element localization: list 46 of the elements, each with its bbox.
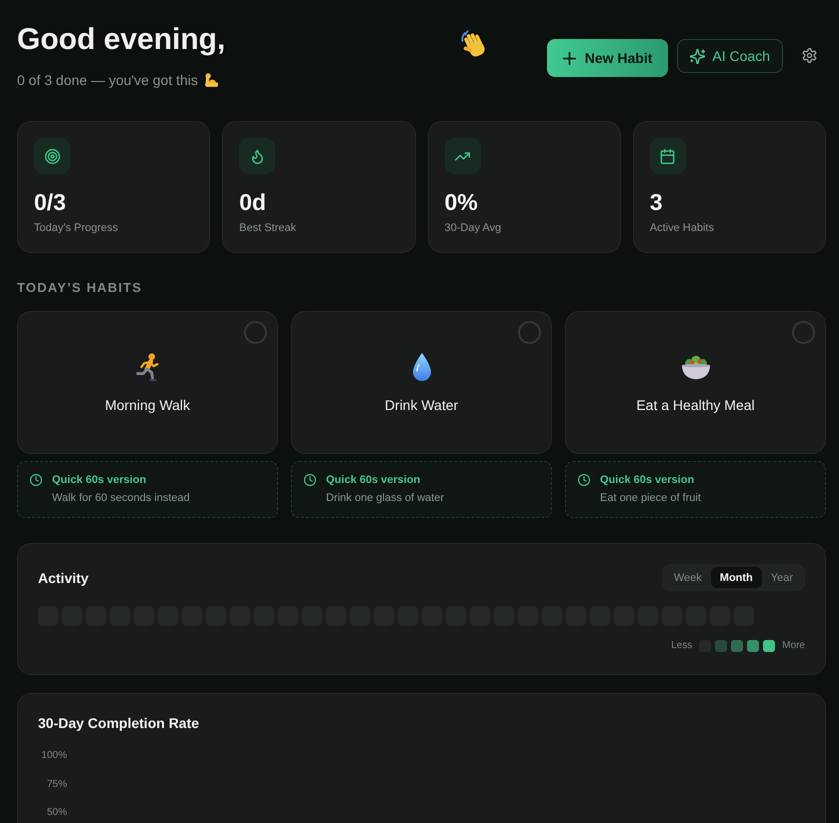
- target-icon: [34, 138, 70, 174]
- flexed-arm-icon: [202, 73, 218, 87]
- stat-value: 0d: [239, 188, 268, 216]
- quick-version-text: Walk for 60 seconds instead: [52, 491, 190, 505]
- ai-coach-button[interactable]: AI Coach: [677, 39, 783, 73]
- quick-version-text: Eat one piece of fruit: [600, 491, 701, 505]
- habit-name: Eat a Healthy Meal: [636, 396, 755, 414]
- flame-icon: [239, 138, 276, 174]
- y-axis-label: 50%: [46, 807, 67, 819]
- period-tab[interactable]: Month: [710, 567, 762, 588]
- quick-version-title: Quick 60s version: [326, 473, 422, 487]
- habit-checkbox[interactable]: [518, 321, 541, 344]
- clock-icon: [304, 474, 316, 486]
- habit-name: Drink Water: [384, 396, 458, 414]
- stat-label: 30-Day Avg: [444, 221, 502, 235]
- greeting-title: Good evening,: [17, 22, 226, 58]
- clock-icon: [30, 474, 42, 486]
- progress-subtitle: 0 of 3 done — you've got this: [17, 71, 198, 89]
- quick-version-text: Drink one glass of water: [326, 491, 444, 505]
- section-heading: TODAY’S HABITS: [17, 280, 142, 296]
- calendar-icon: [650, 138, 686, 174]
- quick-version-title: Quick 60s version: [52, 473, 148, 487]
- sparkle-icon: [690, 48, 706, 64]
- new-habit-button[interactable]: New Habit: [546, 39, 668, 77]
- period-tab[interactable]: Year: [762, 567, 802, 588]
- stat-label: Today's Progress: [34, 221, 120, 235]
- clock-icon: [578, 474, 590, 486]
- stat-value: 0/3: [34, 188, 67, 216]
- settings-icon[interactable]: [802, 48, 817, 63]
- quick-version-title: Quick 60s version: [600, 473, 696, 487]
- y-axis-label: 100%: [41, 750, 67, 762]
- legend-label: Less: [671, 640, 692, 652]
- stat-label: Best Streak: [239, 221, 298, 235]
- y-axis-label: 75%: [46, 778, 67, 790]
- stat-value: 3: [650, 188, 664, 216]
- card-title: Activity: [38, 568, 89, 586]
- legend-label: More: [782, 640, 805, 652]
- stat-label: Active Habits: [650, 221, 715, 235]
- habit-checkbox[interactable]: [792, 321, 815, 344]
- habit-checkbox[interactable]: [244, 321, 267, 344]
- trend-up-icon: [444, 138, 480, 174]
- period-tab[interactable]: Week: [664, 567, 711, 588]
- chart-title: 30-Day Completion Rate: [38, 714, 200, 732]
- plus-icon: [562, 52, 576, 64]
- habit-name: Morning Walk: [104, 396, 190, 414]
- stat-value: 0%: [444, 188, 479, 216]
